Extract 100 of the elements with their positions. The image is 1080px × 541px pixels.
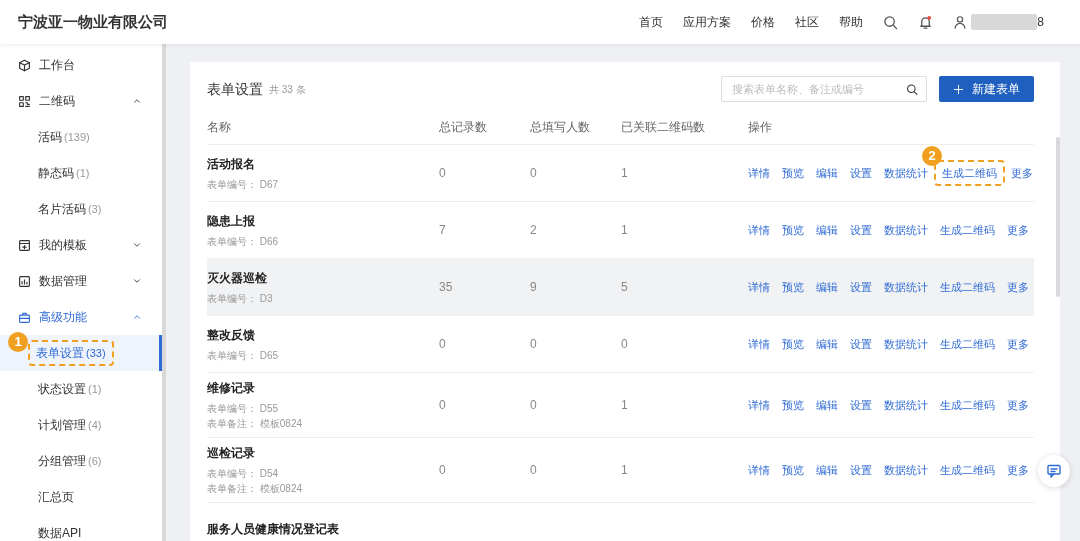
new-form-button[interactable]: 新建表单 xyxy=(939,76,1034,102)
action-link[interactable]: 生成二维码 xyxy=(940,396,995,414)
action-link[interactable]: 设置 xyxy=(850,335,872,353)
action-link[interactable]: 预览 xyxy=(782,221,804,239)
chevron-up-icon[interactable] xyxy=(132,96,142,106)
action-link[interactable]: 编辑 xyxy=(816,164,838,182)
table-cell-text: 1 xyxy=(621,222,629,239)
form-name: 服务人员健康情况登记表 xyxy=(207,521,340,538)
action-link[interactable]: 设置 xyxy=(850,278,872,296)
search-icon[interactable] xyxy=(883,14,899,30)
action-link[interactable]: 生成二维码 xyxy=(940,461,995,479)
action-link[interactable]: 生成二维码 xyxy=(940,278,995,296)
action-link[interactable]: 生成二维码 xyxy=(940,335,995,353)
user-icon[interactable] xyxy=(953,15,968,29)
nav-link[interactable]: 帮助 xyxy=(839,13,864,31)
chevron-down-icon[interactable] xyxy=(132,276,142,286)
nav-link[interactable]: 社区 xyxy=(795,13,820,31)
action-link[interactable]: 数据统计 xyxy=(884,278,928,296)
form-code: 表单编号： D65 xyxy=(207,348,280,363)
chevron-up-icon[interactable] xyxy=(132,312,142,322)
table-cell-text: 0 xyxy=(530,462,538,479)
action-link[interactable]: 更多 xyxy=(1007,461,1029,479)
action-link[interactable]: 设置 xyxy=(850,164,872,182)
redacted-name xyxy=(971,14,1038,30)
action-link[interactable]: 更多 xyxy=(1007,335,1029,353)
action-link[interactable]: 生成二维码 xyxy=(940,221,995,239)
menu-item[interactable]: 高级功能 xyxy=(0,299,162,335)
table-row[interactable]: 灭火器巡检 表单编号： D3 35 9 5 详情 预览 编辑 设置 数据统计 生成二维码 更多 xyxy=(207,258,1034,315)
action-link[interactable]: 详情 xyxy=(748,278,770,296)
menu-item[interactable]: 活码 (139) xyxy=(38,128,90,146)
table-cell-text: 35 xyxy=(439,279,454,296)
table-row[interactable]: 活动报名 表单编号： D67 0 0 1 详情 预览 编辑 设置 数据统计 生成二维码 2 更多 xyxy=(207,144,1034,201)
nav-link[interactable]: 首页 xyxy=(639,13,664,31)
action-link[interactable]: 预览 xyxy=(782,335,804,353)
form-code: 表单编号： D54 xyxy=(207,467,280,481)
total-count: 共 33 条 xyxy=(269,82,306,97)
table-row[interactable]: 服务人员健康情况登记表 xyxy=(207,502,1034,541)
cube-icon xyxy=(18,58,31,72)
form-code: 表单编号： D55 xyxy=(207,402,280,416)
action-link[interactable]: 详情 xyxy=(748,396,770,414)
nav-link[interactable]: 应用方案 xyxy=(683,13,732,31)
action-link[interactable]: 编辑 xyxy=(816,278,838,296)
action-link[interactable]: 预览 xyxy=(782,278,804,296)
action-link[interactable]: 设置 xyxy=(850,461,872,479)
form-code: 表单编号： D67 xyxy=(207,177,280,192)
form-code: 表单编号： D66 xyxy=(207,234,280,249)
menu-item[interactable]: 分组管理 (6) xyxy=(38,452,102,470)
action-link[interactable]: 数据统计 xyxy=(884,164,928,182)
menu-item[interactable]: 数据API xyxy=(38,524,82,541)
menu-item[interactable]: 静态码 (1) xyxy=(38,164,90,182)
user-name[interactable]: 8 xyxy=(1037,13,1044,31)
action-link[interactable]: 更多 xyxy=(1007,278,1029,296)
action-link[interactable]: 设置 xyxy=(850,396,872,414)
grid-icon xyxy=(18,94,31,108)
menu-item[interactable]: 汇总页 xyxy=(38,488,74,506)
menu-item[interactable]: 表单设置 (33) xyxy=(36,346,106,360)
action-link[interactable]: 编辑 xyxy=(816,221,838,239)
chat-button[interactable] xyxy=(1038,455,1070,487)
column-header: 总记录数 xyxy=(439,119,488,136)
company-name: 宁波亚一物业有限公司 xyxy=(18,11,168,32)
search-icon[interactable] xyxy=(905,82,918,96)
action-link[interactable]: 详情 xyxy=(748,461,770,479)
table-row[interactable]: 整改反馈 表单编号： D65 0 0 0 详情 预览 编辑 设置 数据统计 生成二维码 更多 xyxy=(207,315,1034,372)
nav-link[interactable]: 价格 xyxy=(751,13,776,31)
table-cell-text: 0 xyxy=(530,336,538,353)
table-cell-text: 0 xyxy=(530,165,538,182)
action-link[interactable]: 生成二维码 xyxy=(942,167,997,179)
menu-item[interactable]: 工作台 xyxy=(0,47,162,83)
action-link[interactable]: 预览 xyxy=(782,461,804,479)
table-cell-text: 7 xyxy=(439,222,447,239)
menu-item[interactable]: 状态设置 (1) xyxy=(38,380,102,398)
menu-item[interactable]: 名片活码 (3) xyxy=(38,200,102,218)
action-link[interactable]: 编辑 xyxy=(816,335,838,353)
menu-item[interactable]: 我的模板 xyxy=(0,227,162,263)
action-link[interactable]: 详情 xyxy=(748,221,770,239)
table-cell-text: 0 xyxy=(621,336,629,353)
menu-item[interactable]: 二维码 xyxy=(0,83,162,119)
chevron-down-icon[interactable] xyxy=(132,240,142,250)
action-link[interactable]: 详情 xyxy=(748,164,770,182)
table-cell-text: 5 xyxy=(621,279,629,296)
action-link[interactable]: 编辑 xyxy=(816,461,838,479)
bell-icon[interactable] xyxy=(918,14,934,30)
action-link[interactable]: 预览 xyxy=(782,164,804,182)
action-link[interactable]: 预览 xyxy=(782,396,804,414)
action-link[interactable]: 设置 xyxy=(850,221,872,239)
action-link[interactable]: 更多 xyxy=(1007,221,1029,239)
action-link[interactable]: 数据统计 xyxy=(884,396,928,414)
column-header: 已关联二维码数 xyxy=(621,119,706,136)
action-link[interactable]: 数据统计 xyxy=(884,335,928,353)
menu-item[interactable]: 计划管理 (4) xyxy=(38,416,102,434)
menu-item[interactable]: 数据管理 xyxy=(0,263,162,299)
action-link[interactable]: 详情 xyxy=(748,335,770,353)
action-link[interactable]: 数据统计 xyxy=(884,461,928,479)
action-link[interactable]: 更多 xyxy=(1007,396,1029,414)
table-row[interactable]: 巡检记录 表单编号： D54 表单备注： 模板0824 0 0 1 详情 预览 编辑 设置 数据统计 生成二维码 更多 xyxy=(207,437,1034,502)
action-link[interactable]: 数据统计 xyxy=(884,221,928,239)
table-cell-text: 1 xyxy=(621,165,629,182)
action-link[interactable]: 更多 xyxy=(1011,164,1033,182)
table-row[interactable]: 维修记录 表单编号： D55 表单备注： 模板0824 0 0 1 详情 预览 编辑 设置 数据统计 生成二维码 更多 xyxy=(207,372,1034,437)
action-link[interactable]: 编辑 xyxy=(816,396,838,414)
